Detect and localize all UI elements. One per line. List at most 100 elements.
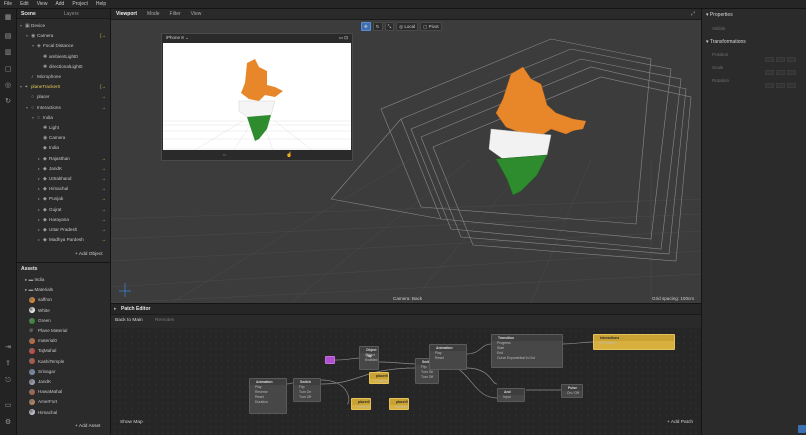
menu-view[interactable]: View: [33, 0, 52, 9]
asset-item[interactable]: White: [29, 306, 50, 316]
scale-tool-icon[interactable]: ⤡: [384, 22, 395, 31]
menu-help[interactable]: Help: [92, 0, 110, 9]
asset-item[interactable]: ▸ ▬ India: [25, 275, 44, 285]
patch-link-icon[interactable]: [→: [100, 82, 106, 92]
viewport[interactable]: Viewport Mode Filter View ⤢ ✥ ↻ ⤡ ◎ Loca…: [111, 9, 701, 303]
asset-item[interactable]: HawaMahal: [29, 387, 62, 397]
local-toggle[interactable]: ◎ Local: [396, 22, 419, 31]
scene-tree-item[interactable]: ◆ India: [38, 143, 59, 153]
object-tap-node[interactable]: Object Tap Object Enabled: [359, 346, 379, 370]
patch-link-icon[interactable]: →: [102, 235, 107, 245]
scene-panel-icon[interactable]: ▦: [4, 14, 12, 22]
pivot-toggle[interactable]: ▢ Pivot: [420, 22, 442, 31]
patch-link-icon[interactable]: →: [102, 154, 107, 164]
scene-tree-item[interactable]: ▸ ◆ Rajasthan: [38, 154, 70, 164]
patch-link-icon[interactable]: →: [102, 194, 107, 204]
scene-tree-item[interactable]: ▾ ◈ Focal Distance: [32, 41, 73, 51]
back-to-main-link[interactable]: Back to Main: [115, 318, 143, 323]
scene-tree-item[interactable]: ▸ ◆ Punjab: [38, 194, 63, 204]
tab-layers[interactable]: Layers: [60, 9, 83, 18]
scene-tree-item[interactable]: ▾ ○ Interactions: [26, 103, 61, 113]
view-menu[interactable]: View: [186, 9, 207, 20]
node-port[interactable]: Duration: [250, 400, 286, 405]
asset-item[interactable]: Himachal: [29, 408, 57, 418]
scene-tree-item[interactable]: ▾ ▣Device: [20, 21, 45, 31]
scene-tree-item[interactable]: ▸ ◆ Himachal: [38, 184, 68, 194]
upload-icon[interactable]: ▭: [4, 402, 12, 410]
patch-link-icon[interactable]: [→: [100, 31, 106, 41]
scale-fields[interactable]: [765, 70, 796, 75]
breadcrumb-remotes[interactable]: Remotes: [155, 318, 174, 323]
patch-link-icon[interactable]: →: [102, 174, 107, 184]
node-port[interactable]: Enabled: [360, 358, 378, 363]
position-fields[interactable]: [765, 57, 796, 62]
scene-tree-item[interactable]: ○ placer: [26, 92, 50, 102]
expand-icon[interactable]: ⤢: [686, 9, 701, 20]
asset-item[interactable]: material0: [29, 336, 57, 346]
asset-item[interactable]: AmerFort: [29, 397, 57, 407]
asset-item[interactable]: Srinagar: [29, 367, 55, 377]
move-tool-icon[interactable]: ✥: [361, 22, 371, 31]
rotate-tool-icon[interactable]: ↻: [372, 22, 383, 31]
collapse-icon[interactable]: ▸: [114, 306, 117, 312]
refresh-icon[interactable]: ↻: [4, 98, 12, 106]
patch-link-icon[interactable]: →: [102, 225, 107, 235]
export-icon[interactable]: ⇥: [4, 344, 12, 352]
scene-tree-item[interactable]: ▸ ◆ Uttrakhand: [38, 174, 71, 184]
menu-project[interactable]: Project: [68, 0, 92, 9]
pulse-node[interactable]: Pulse On / Off: [561, 384, 583, 398]
viewport-tab[interactable]: Viewport: [111, 9, 142, 20]
node-port[interactable]: Turn Off: [294, 395, 320, 400]
asset-item[interactable]: JandK: [29, 377, 51, 387]
preview-icon[interactable]: ◎: [4, 82, 12, 90]
asset-item[interactable]: KashiTemple: [29, 357, 64, 367]
patch-canvas[interactable]: Object Tap Object Enabled placer0 Positi…: [111, 328, 701, 435]
scene-tree-item[interactable]: ✺ ambientLight0: [38, 52, 78, 62]
scene-tree-item[interactable]: ◉ Camera: [38, 133, 65, 143]
collapse-icon[interactable]: ▾: [706, 39, 709, 45]
scene-tree-item[interactable]: ▸ ◆ JandK: [38, 164, 62, 174]
scene-tree-item[interactable]: ▾ ○ India: [32, 113, 53, 123]
publish-button[interactable]: [798, 425, 806, 433]
curve-value[interactable]: Exponential In Out: [507, 356, 535, 360]
tab-scene[interactable]: Scene: [17, 9, 40, 18]
node-port[interactable]: Turn Off: [416, 375, 438, 380]
node-port[interactable]: 3D Position: [594, 341, 674, 346]
switch-node[interactable]: Switch Flip Turn On Turn Off: [293, 378, 321, 402]
mode-menu[interactable]: Mode: [142, 9, 165, 20]
patch-link-icon[interactable]: →: [102, 92, 107, 102]
show-map-button[interactable]: Show Map: [120, 420, 143, 425]
scene-tree-item[interactable]: ♪ Microphone: [26, 72, 61, 82]
placer-patch-node[interactable]: placer0 Position: [389, 398, 409, 410]
node-port[interactable]: Position: [352, 405, 370, 410]
node-port[interactable]: Input: [498, 395, 524, 400]
asset-item[interactable]: ▸ ▬ Materials: [25, 285, 53, 295]
device-selector[interactable]: iPhone 8 ⌄ ▭ ⊡: [162, 34, 352, 42]
placer-patch-node[interactable]: placer0 Position: [351, 398, 371, 410]
node-port[interactable]: Position: [370, 379, 388, 384]
scene-tree-item[interactable]: ▾ ◉ Camera: [26, 31, 53, 41]
scene-tree-item[interactable]: ▾ ⌖ planeTracker0: [20, 82, 60, 92]
test-icon[interactable]: ⎋: [4, 377, 12, 385]
scene-tree-item[interactable]: ▸ ◆ Gujrat: [38, 205, 62, 215]
node-port[interactable]: Position: [390, 405, 408, 410]
animation-node[interactable]: Animation Play Reset: [429, 344, 467, 370]
settings-icon[interactable]: ⚙: [4, 419, 12, 427]
frame-icon[interactable]: ▢: [4, 66, 12, 74]
scene-tree-item[interactable]: ▸ ◆ Uttar Pradesh: [38, 225, 77, 235]
add-object-button[interactable]: + Add Object: [75, 252, 103, 257]
preview-actions-icon[interactable]: ▭ ⊡: [339, 34, 348, 42]
menu-edit[interactable]: Edit: [16, 0, 33, 9]
asset-item[interactable]: Plane Material: [29, 326, 67, 336]
asset-item[interactable]: TajMahal: [29, 346, 56, 356]
patch-link-icon[interactable]: →: [102, 215, 107, 225]
asset-item[interactable]: Green: [29, 316, 51, 326]
asset-item[interactable]: saffron: [29, 295, 52, 305]
menu-add[interactable]: Add: [51, 0, 68, 9]
animation-node[interactable]: Animation Play Reverse Reset Duration: [249, 378, 287, 414]
menu-file[interactable]: File: [0, 0, 16, 9]
scene-tree-item[interactable]: ✺ Light: [38, 123, 59, 133]
patch-link-icon[interactable]: →: [102, 164, 107, 174]
interactions-patch-node[interactable]: Interactions 3D Position: [593, 334, 675, 350]
patch-link-icon[interactable]: →: [102, 205, 107, 215]
